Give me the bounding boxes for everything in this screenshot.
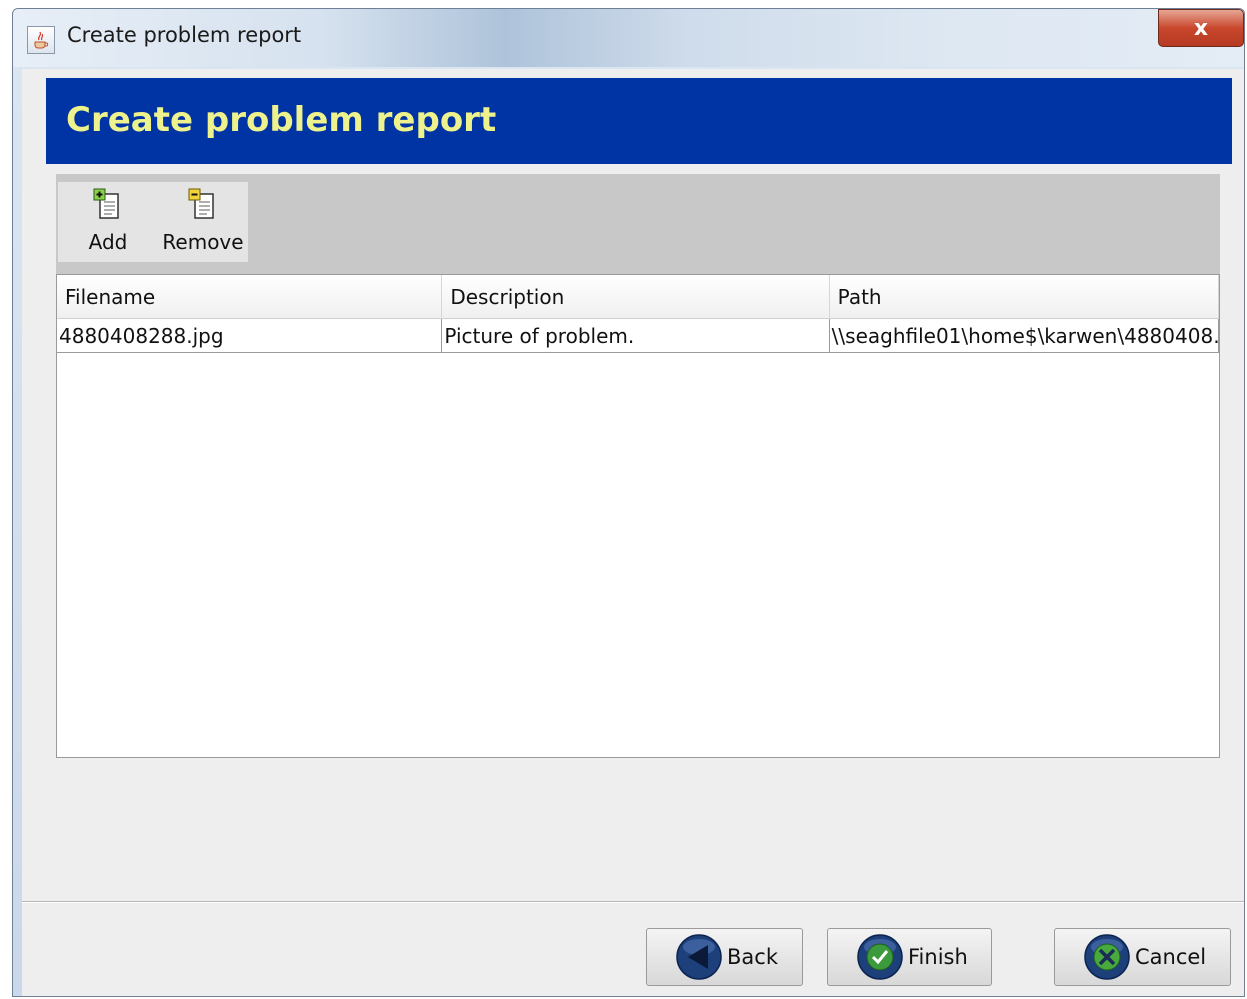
add-button[interactable]: Add (58, 182, 158, 262)
banner-title: Create problem report (66, 100, 497, 140)
checkmark-icon (857, 934, 903, 980)
finish-button[interactable]: Finish (827, 928, 992, 986)
back-button-label: Back (727, 945, 778, 969)
back-button[interactable]: Back (646, 928, 803, 986)
column-header-description[interactable]: Description (442, 275, 830, 319)
java-coffee-icon (27, 26, 55, 54)
finish-button-label: Finish (908, 945, 968, 969)
dialog-window: Create problem report x Create problem r… (12, 8, 1245, 997)
column-header-filename[interactable]: Filename (57, 275, 443, 319)
table-header: Filename Description Path (57, 275, 1219, 319)
cell-description[interactable]: Picture of problem. (442, 319, 830, 353)
table-row[interactable]: 4880408288.jpg Picture of problem. \\sea… (57, 319, 1219, 353)
cancel-x-icon (1084, 934, 1130, 980)
add-document-icon (93, 188, 119, 219)
column-header-path[interactable]: Path (830, 275, 1219, 319)
header-banner: Create problem report (46, 78, 1232, 164)
back-arrow-icon (676, 934, 722, 980)
remove-button[interactable]: Remove (158, 182, 248, 262)
dialog-body: Create problem report Add Remove Filenam… (22, 69, 1244, 996)
cell-filename[interactable]: 4880408288.jpg (57, 319, 443, 353)
close-button[interactable]: x (1158, 9, 1244, 47)
remove-button-label: Remove (162, 230, 244, 254)
footer-divider (22, 901, 1244, 903)
attachment-toolbar: Add Remove (56, 174, 1220, 274)
window-title: Create problem report (67, 23, 302, 47)
remove-document-icon (188, 188, 214, 219)
close-icon: x (1193, 15, 1209, 41)
cell-path[interactable]: \\seaghfile01\home$\karwen\4880408… (830, 319, 1219, 353)
title-bar[interactable]: Create problem report x (13, 9, 1244, 67)
add-button-label: Add (88, 230, 128, 254)
attachments-table: Filename Description Path 4880408288.jpg… (56, 274, 1220, 758)
cancel-button-label: Cancel (1135, 945, 1207, 969)
cancel-button[interactable]: Cancel (1054, 928, 1231, 986)
